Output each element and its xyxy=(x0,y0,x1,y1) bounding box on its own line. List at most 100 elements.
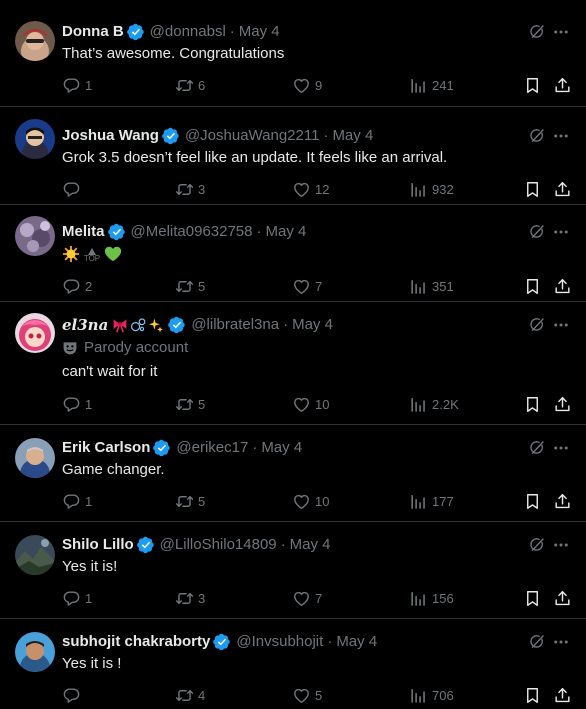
reply-button[interactable]: 1 xyxy=(62,394,92,414)
more-options-icon[interactable] xyxy=(552,439,570,457)
bookmark-button[interactable] xyxy=(523,491,542,511)
share-button[interactable] xyxy=(553,394,572,414)
like-button[interactable]: 5 xyxy=(292,685,322,705)
reply-tweet[interactable]: Melita @Melita09632758 · May 4 TOP 2 5 7… xyxy=(0,205,586,302)
tweet-date[interactable]: May 4 xyxy=(336,632,377,652)
share-icon xyxy=(553,686,572,705)
grok-icon[interactable] xyxy=(528,316,546,334)
user-handle[interactable]: @JoshuaWang2211 xyxy=(185,126,319,146)
views-button[interactable]: 177 xyxy=(409,491,454,511)
avatar[interactable] xyxy=(15,216,55,256)
display-name[interactable]: Joshua Wang xyxy=(62,126,159,146)
bookmark-button[interactable] xyxy=(523,75,542,95)
like-button[interactable]: 7 xyxy=(292,276,322,296)
reply-button[interactable]: 1 xyxy=(62,588,92,608)
repost-button[interactable]: 3 xyxy=(175,179,205,199)
repost-button[interactable]: 5 xyxy=(175,276,205,296)
avatar[interactable] xyxy=(15,313,55,353)
verified-badge-icon xyxy=(127,23,145,41)
reply-button[interactable]: 1 xyxy=(62,75,92,95)
share-button[interactable] xyxy=(553,276,572,296)
repost-button[interactable]: 3 xyxy=(175,588,205,608)
display-name[interactable]: Donna B xyxy=(62,22,124,42)
reply-button[interactable] xyxy=(62,685,85,705)
share-icon xyxy=(553,76,572,95)
reply-tweet[interactable]: Shilo Lillo @LilloShilo14809 · May 4 Yes… xyxy=(0,522,586,619)
share-button[interactable] xyxy=(553,75,572,95)
grok-icon[interactable] xyxy=(528,536,546,554)
bookmark-button[interactable] xyxy=(523,685,542,705)
views-button[interactable]: 351 xyxy=(409,276,454,296)
more-options-icon[interactable] xyxy=(552,316,570,334)
share-button[interactable] xyxy=(553,685,572,705)
grok-icon[interactable] xyxy=(528,439,546,457)
bookmark-button[interactable] xyxy=(523,179,542,199)
grok-icon[interactable] xyxy=(528,223,546,241)
reply-tweet[interactable]: Erik Carlson @erikec17 · May 4 Game chan… xyxy=(0,425,586,522)
views-button[interactable]: 2.2K xyxy=(409,394,459,414)
share-button[interactable] xyxy=(553,588,572,608)
like-button[interactable]: 12 xyxy=(292,179,329,199)
tweet-actions: 3 12 932 xyxy=(0,179,586,199)
avatar[interactable] xyxy=(15,632,55,672)
more-options-icon[interactable] xyxy=(552,23,570,41)
more-options-icon[interactable] xyxy=(552,127,570,145)
display-name[interactable]: el3na xyxy=(62,315,108,335)
reply-tweet[interactable]: Joshua Wang @JoshuaWang2211 · May 4 Grok… xyxy=(0,107,586,205)
reply-button[interactable]: 2 xyxy=(62,276,92,296)
share-button[interactable] xyxy=(553,491,572,511)
views-button[interactable]: 706 xyxy=(409,685,454,705)
avatar[interactable] xyxy=(15,119,55,159)
like-button[interactable]: 10 xyxy=(292,491,329,511)
more-options-icon[interactable] xyxy=(552,223,570,241)
views-button[interactable]: 156 xyxy=(409,588,454,608)
display-name[interactable]: Melita xyxy=(62,222,105,242)
display-name[interactable]: subhojit chakraborty xyxy=(62,632,210,652)
like-button[interactable]: 10 xyxy=(292,394,329,414)
user-handle[interactable]: @donnabsl xyxy=(150,22,226,42)
tweet-date[interactable]: May 4 xyxy=(290,535,331,555)
grok-icon[interactable] xyxy=(528,23,546,41)
display-name[interactable]: Erik Carlson xyxy=(62,438,150,458)
bookmark-button[interactable] xyxy=(523,276,542,296)
user-handle[interactable]: @Invsubhojit xyxy=(236,632,323,652)
user-handle[interactable]: @erikec17 xyxy=(176,438,248,458)
reply-button[interactable] xyxy=(62,179,85,199)
user-handle[interactable]: @Melita09632758 xyxy=(131,222,253,242)
avatar[interactable] xyxy=(15,21,55,61)
repost-button[interactable]: 5 xyxy=(175,491,205,511)
avatar[interactable] xyxy=(15,535,55,575)
like-button[interactable]: 9 xyxy=(292,75,322,95)
user-handle[interactable]: @LilloShilo14809 xyxy=(160,535,277,555)
tweet-date[interactable]: May 4 xyxy=(332,126,373,146)
separator-dot: · xyxy=(323,127,329,144)
display-name[interactable]: Shilo Lillo xyxy=(62,535,134,555)
share-button[interactable] xyxy=(553,179,572,199)
grok-icon[interactable] xyxy=(528,127,546,145)
reply-tweet[interactable]: subhojit chakraborty @Invsubhojit · May … xyxy=(0,619,586,709)
tweet-date[interactable]: May 4 xyxy=(239,22,280,42)
repost-button[interactable]: 5 xyxy=(175,394,205,414)
bookmark-button[interactable] xyxy=(523,394,542,414)
repost-button[interactable]: 4 xyxy=(175,685,205,705)
tweet-date[interactable]: May 4 xyxy=(261,438,302,458)
reply-icon xyxy=(62,277,81,296)
verified-badge-icon xyxy=(108,223,126,241)
tweet-header: subhojit chakraborty @Invsubhojit · May … xyxy=(62,632,526,652)
views-button[interactable]: 241 xyxy=(409,75,454,95)
views-button[interactable]: 932 xyxy=(409,179,454,199)
avatar[interactable] xyxy=(15,438,55,478)
more-options-icon[interactable] xyxy=(552,633,570,651)
more-options-icon[interactable] xyxy=(552,536,570,554)
like-button[interactable]: 7 xyxy=(292,588,322,608)
reply-button[interactable]: 1 xyxy=(62,491,92,511)
tweet-date[interactable]: May 4 xyxy=(292,315,333,335)
bookmark-button[interactable] xyxy=(523,588,542,608)
grok-icon[interactable] xyxy=(528,633,546,651)
reply-tweet[interactable]: Donna B @donnabsl · May 4 That’s awesome… xyxy=(0,0,586,107)
view-count: 2.2K xyxy=(432,396,459,412)
reply-tweet[interactable]: el3na @lilbratel3na · May 4 Parody accou… xyxy=(0,302,586,425)
repost-button[interactable]: 6 xyxy=(175,75,205,95)
user-handle[interactable]: @lilbratel3na xyxy=(191,315,279,335)
tweet-date[interactable]: May 4 xyxy=(266,222,307,242)
